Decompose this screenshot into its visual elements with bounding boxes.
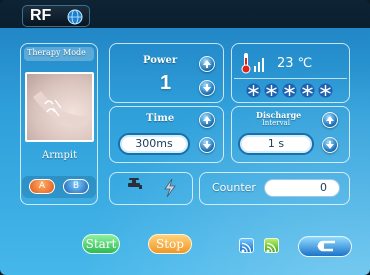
- mode-a-label: A: [38, 181, 46, 191]
- cooling-level-indicator[interactable]: [246, 83, 338, 99]
- cooling-divider: [234, 78, 347, 79]
- snowflake-icon: [246, 83, 261, 98]
- interval-title: Interval: [262, 119, 290, 127]
- status-icons-panel: [109, 172, 193, 205]
- rf-control-screen: RF Therapy Mode Armpit A B Power 1 Time …: [0, 0, 370, 275]
- mode-b-label: B: [72, 181, 80, 191]
- arrow-down-icon: [203, 141, 211, 149]
- stop-label: Stop: [156, 237, 184, 251]
- top-bar: RF: [0, 0, 370, 28]
- counter-value-box: 0: [264, 179, 340, 197]
- logo-text: RF: [30, 7, 52, 24]
- globe-icon: [67, 9, 83, 25]
- arrow-down-icon: [203, 84, 211, 92]
- mode-b-button[interactable]: B: [63, 179, 89, 194]
- therapy-mode-title: Therapy Mode: [27, 48, 86, 57]
- counter-value: 0: [320, 181, 327, 194]
- discharge-value-box[interactable]: 1 s: [238, 133, 314, 155]
- water-tap-icon: [128, 178, 142, 196]
- return-arrow-icon: [317, 240, 335, 252]
- lightning-icon: [164, 178, 176, 198]
- snowflake-icon: [300, 83, 315, 98]
- wireless-icon: [266, 242, 277, 253]
- back-button[interactable]: [298, 236, 352, 257]
- time-down-button[interactable]: [199, 137, 215, 153]
- time-value-box[interactable]: 300ms: [118, 133, 190, 155]
- snowflake-icon: [282, 83, 297, 98]
- snowflake-icon: [318, 83, 333, 98]
- armpit-image[interactable]: [25, 72, 94, 142]
- wireless-blue-button[interactable]: [239, 238, 254, 253]
- wireless-green-button[interactable]: [264, 238, 279, 253]
- snowflake-icon: [264, 83, 279, 98]
- arrow-up-icon: [203, 60, 211, 68]
- arrow-down-icon: [326, 141, 334, 149]
- temperature-value: 23 ℃: [277, 56, 313, 71]
- wireless-icon: [241, 242, 252, 253]
- discharge-down-button[interactable]: [322, 137, 338, 153]
- discharge-up-button[interactable]: [322, 112, 338, 128]
- mode-a-button[interactable]: A: [29, 179, 55, 194]
- temperature-level-icon: [254, 58, 264, 72]
- thermometer-icon: [241, 53, 251, 74]
- power-title: Power: [143, 55, 178, 66]
- start-button[interactable]: Start: [82, 234, 120, 254]
- armpit-massage-icon: [33, 90, 88, 127]
- counter-label: Counter: [212, 181, 256, 194]
- time-value: 300ms: [135, 137, 173, 150]
- power-value: 1: [160, 72, 172, 94]
- discharge-value: 1 s: [267, 137, 285, 150]
- armpit-label: Armpit: [42, 150, 78, 161]
- power-down-button[interactable]: [199, 80, 215, 96]
- time-title: Time: [146, 113, 175, 124]
- time-up-button[interactable]: [199, 112, 215, 128]
- power-up-button[interactable]: [199, 56, 215, 72]
- start-label: Start: [85, 237, 117, 251]
- arrow-up-icon: [326, 116, 334, 124]
- rf-logo: RF: [22, 5, 90, 27]
- arrow-up-icon: [203, 116, 211, 124]
- stop-button[interactable]: Stop: [148, 234, 192, 254]
